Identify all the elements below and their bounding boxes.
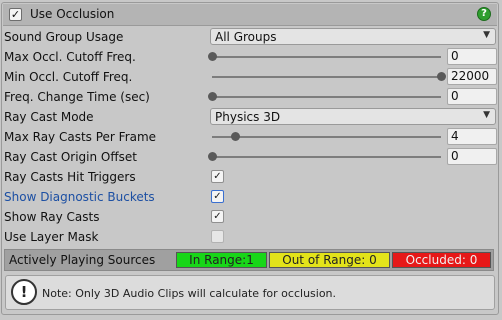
- ray-cast-mode-dropdown[interactable]: Physics 3D ▼: [210, 108, 496, 125]
- use-layer-mask-label: Use Layer Mask: [4, 230, 99, 244]
- row-max-ray-casts: Max Ray Casts Per Frame 4: [4, 127, 497, 147]
- in-range-badge: In Range:1: [176, 252, 267, 268]
- ray-origin-offset-slider-track[interactable]: [212, 156, 441, 158]
- sound-group-usage-dropdown[interactable]: All Groups ▼: [210, 28, 496, 45]
- freq-change-time-label: Freq. Change Time (sec): [4, 90, 150, 104]
- diagnostic-buckets-checkbox[interactable]: ✓: [211, 190, 224, 203]
- max-cutoff-slider-track[interactable]: [212, 56, 441, 58]
- row-show-ray-casts: Show Ray Casts ✓: [4, 207, 494, 227]
- show-ray-casts-label: Show Ray Casts: [4, 210, 100, 224]
- row-freq-change-time: Freq. Change Time (sec) 0: [4, 87, 497, 107]
- max-cutoff-label: Max Occl. Cutoff Freq.: [4, 50, 136, 64]
- ray-origin-offset-label: Ray Cast Origin Offset: [4, 150, 137, 164]
- row-hit-triggers: Ray Casts Hit Triggers ✓: [4, 167, 494, 187]
- row-ray-cast-mode: Ray Cast Mode Physics 3D ▼: [4, 107, 496, 127]
- panel-title: Use Occlusion: [30, 7, 115, 21]
- row-min-cutoff: Min Occl. Cutoff Freq. 22000: [4, 67, 497, 87]
- sound-group-usage-label: Sound Group Usage: [4, 30, 124, 44]
- max-cutoff-slider-thumb[interactable]: [208, 52, 217, 61]
- hit-triggers-checkbox[interactable]: ✓: [211, 170, 224, 183]
- row-ray-origin-offset: Ray Cast Origin Offset 0: [4, 147, 497, 167]
- show-ray-casts-checkbox[interactable]: ✓: [211, 210, 224, 223]
- freq-change-time-slider-track[interactable]: [212, 96, 441, 98]
- min-cutoff-field[interactable]: 22000: [447, 68, 497, 85]
- info-note: ! Note: Only 3D Audio Clips will calcula…: [5, 275, 495, 310]
- ray-origin-offset-field[interactable]: 0: [447, 148, 497, 165]
- max-ray-casts-slider-thumb[interactable]: [230, 132, 240, 141]
- out-of-range-badge: Out of Range: 0: [269, 252, 390, 268]
- chevron-down-icon: ▼: [483, 30, 490, 40]
- min-cutoff-slider-track[interactable]: [212, 76, 441, 78]
- panel-header: ✓ Use Occlusion ?: [3, 4, 497, 26]
- use-occlusion-checkbox[interactable]: ✓: [9, 8, 22, 21]
- ray-cast-mode-value: Physics 3D: [215, 110, 281, 124]
- use-layer-mask-checkbox[interactable]: [211, 230, 224, 243]
- warning-icon: !: [11, 279, 37, 305]
- sound-group-usage-value: All Groups: [215, 30, 277, 44]
- ray-origin-offset-slider-thumb[interactable]: [208, 152, 217, 161]
- max-ray-casts-label: Max Ray Casts Per Frame: [4, 130, 157, 144]
- hit-triggers-label: Ray Casts Hit Triggers: [4, 170, 136, 184]
- row-diagnostic-buckets: Show Diagnostic Buckets ✓: [4, 187, 494, 207]
- chevron-down-icon: ▼: [483, 110, 490, 120]
- min-cutoff-slider-thumb[interactable]: [437, 72, 446, 81]
- ray-cast-mode-label: Ray Cast Mode: [4, 110, 94, 124]
- occluded-badge: Occluded: 0: [392, 252, 491, 268]
- row-use-layer-mask: Use Layer Mask: [4, 227, 494, 247]
- min-cutoff-label: Min Occl. Cutoff Freq.: [4, 70, 133, 84]
- max-ray-casts-slider-track[interactable]: [212, 136, 441, 138]
- freq-change-time-slider-thumb[interactable]: [208, 92, 217, 101]
- active-sources-bar: Actively Playing Sources In Range:1 Out …: [4, 249, 494, 271]
- max-ray-casts-field[interactable]: 4: [447, 128, 497, 145]
- note-text: Note: Only 3D Audio Clips will calculate…: [42, 287, 337, 300]
- row-max-cutoff: Max Occl. Cutoff Freq. 0: [4, 47, 497, 67]
- max-cutoff-field[interactable]: 0: [447, 48, 497, 65]
- row-sound-group-usage: Sound Group Usage All Groups ▼: [4, 27, 496, 47]
- active-sources-title: Actively Playing Sources: [9, 253, 156, 267]
- help-icon[interactable]: ?: [477, 7, 491, 21]
- freq-change-time-field[interactable]: 0: [447, 88, 497, 105]
- diagnostic-buckets-label: Show Diagnostic Buckets: [4, 190, 155, 204]
